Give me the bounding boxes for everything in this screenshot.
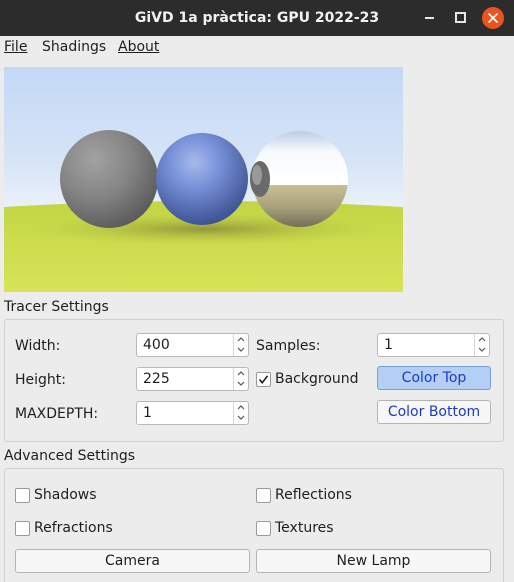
color-top-button[interactable]: Color Top <box>377 366 491 390</box>
window-titlebar: GiVD 1a pràctica: GPU 2022-23 <box>0 0 514 36</box>
camera-button[interactable]: Camera <box>15 549 250 573</box>
chevron-up-icon[interactable] <box>237 371 245 376</box>
checkmark-icon <box>258 375 269 384</box>
menu-shadings[interactable]: Shadings <box>42 38 106 56</box>
new-lamp-button[interactable]: New Lamp <box>256 549 491 573</box>
samples-stepper[interactable] <box>474 334 489 356</box>
width-value: 400 <box>143 337 170 353</box>
advanced-settings-title: Advanced Settings <box>4 448 136 464</box>
close-icon <box>488 13 498 23</box>
height-spinbox[interactable]: 225 <box>136 367 249 391</box>
chevron-up-icon[interactable] <box>237 337 245 342</box>
chevron-down-icon[interactable] <box>237 381 245 386</box>
refractions-checkbox[interactable] <box>15 521 30 536</box>
chevron-down-icon[interactable] <box>237 347 245 352</box>
width-stepper[interactable] <box>233 334 248 356</box>
maxdepth-label: MAXDEPTH: <box>15 406 99 422</box>
shadows-checkbox[interactable] <box>15 488 30 503</box>
chevron-down-icon[interactable] <box>237 415 245 420</box>
maxdepth-stepper[interactable] <box>233 402 248 424</box>
color-bottom-button[interactable]: Color Bottom <box>377 400 491 424</box>
background-label: Background <box>275 371 359 387</box>
menu-file[interactable]: File <box>4 38 27 56</box>
menu-about[interactable]: About <box>118 38 159 56</box>
reflections-checkbox[interactable] <box>256 488 271 503</box>
menubar: File Shadings About <box>0 36 514 58</box>
chevron-up-icon[interactable] <box>478 337 486 342</box>
textures-checkbox[interactable] <box>256 521 271 536</box>
rendered-scene-image <box>4 130 403 292</box>
reflections-label: Reflections <box>275 487 352 503</box>
maximize-button[interactable] <box>448 6 472 30</box>
width-spinbox[interactable]: 400 <box>136 333 249 357</box>
close-button[interactable] <box>482 7 504 29</box>
samples-value: 1 <box>384 337 393 353</box>
maxdepth-spinbox[interactable]: 1 <box>136 401 249 425</box>
height-label: Height: <box>15 372 66 388</box>
width-label: Width: <box>15 338 61 354</box>
background-checkbox[interactable] <box>256 372 271 387</box>
tracer-settings-title: Tracer Settings <box>4 299 109 315</box>
refractions-label: Refractions <box>34 520 113 536</box>
shadows-label: Shadows <box>34 487 97 503</box>
samples-spinbox[interactable]: 1 <box>377 333 490 357</box>
minimize-button[interactable] <box>418 6 442 30</box>
render-view <box>4 67 403 292</box>
samples-label: Samples: <box>256 338 321 354</box>
chevron-up-icon[interactable] <box>237 405 245 410</box>
maxdepth-value: 1 <box>143 405 152 421</box>
textures-label: Textures <box>275 520 334 536</box>
chevron-down-icon[interactable] <box>478 347 486 352</box>
height-stepper[interactable] <box>233 368 248 390</box>
height-value: 225 <box>143 371 170 387</box>
